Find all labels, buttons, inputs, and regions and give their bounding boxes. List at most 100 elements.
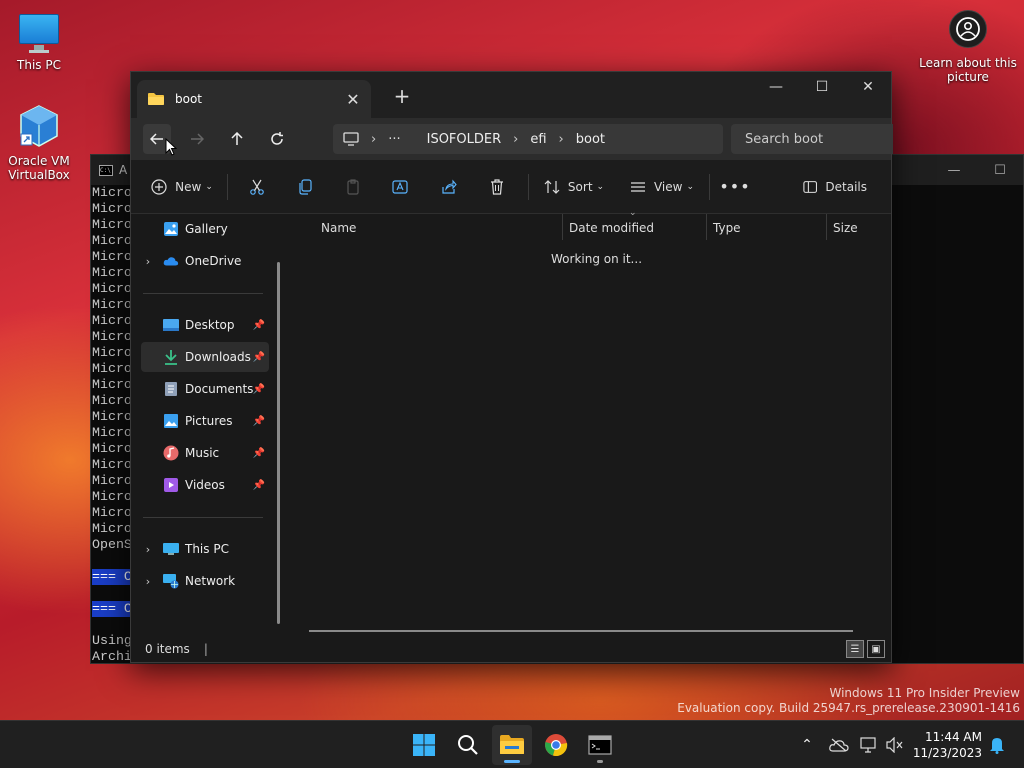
sidebar-item-desktop[interactable]: Desktop 📌: [141, 310, 269, 340]
notifications-button[interactable]: [986, 721, 1008, 768]
minimize-button[interactable]: —: [753, 72, 799, 102]
sidebar-item-music[interactable]: Music 📌: [141, 438, 269, 468]
taskbar-clock[interactable]: 11:44 AM 11/23/2023: [913, 729, 982, 761]
desktop-icon-virtualbox[interactable]: Oracle VM VirtualBox: [1, 104, 77, 182]
desktop-icon-label: Oracle VM VirtualBox: [8, 154, 70, 182]
details-view-icon[interactable]: ☰: [846, 640, 864, 658]
share-button[interactable]: [432, 171, 466, 203]
virtualbox-icon: [17, 104, 61, 150]
new-tab-button[interactable]: +: [389, 84, 415, 108]
command-prompt-icon: [588, 735, 612, 755]
close-button[interactable]: ✕: [845, 72, 891, 102]
volume-tray[interactable]: [884, 721, 906, 768]
search-input[interactable]: Search boot: [731, 124, 893, 154]
ethernet-icon: [860, 737, 876, 753]
tab-boot[interactable]: boot ✕: [137, 80, 371, 118]
pin-icon[interactable]: 📌: [253, 384, 265, 395]
pin-icon[interactable]: 📌: [253, 352, 265, 363]
column-header-date-modified[interactable]: Date modified: [561, 214, 654, 242]
pin-icon[interactable]: 📌: [253, 480, 265, 491]
sidebar-item-this-pc[interactable]: › This PC: [141, 534, 269, 564]
breadcrumb-efi[interactable]: efi: [530, 132, 546, 147]
horizontal-scrollbar[interactable]: [309, 630, 853, 632]
show-hidden-icons[interactable]: ⌃: [796, 721, 818, 768]
breadcrumb-isofolder[interactable]: ISOFOLDER: [427, 132, 502, 147]
desktop-icon-this-pc[interactable]: This PC: [1, 12, 77, 72]
view-label: View: [653, 179, 683, 194]
copy-button[interactable]: [288, 171, 322, 203]
learn-about-picture[interactable]: Learn about this picture: [918, 10, 1018, 84]
chevron-right-icon[interactable]: ›: [141, 575, 155, 588]
maximize-button[interactable]: ☐: [799, 72, 845, 102]
sidebar-item-label: Pictures: [185, 414, 233, 428]
breadcrumb[interactable]: › ··· ISOFOLDER › efi › boot: [333, 124, 723, 154]
taskbar-chrome[interactable]: [536, 725, 576, 765]
more-crumbs-icon[interactable]: ···: [388, 132, 400, 147]
more-options-button[interactable]: •••: [718, 171, 752, 203]
active-indicator: [504, 760, 520, 763]
sidebar-item-videos[interactable]: Videos 📌: [141, 470, 269, 500]
mouse-cursor-icon: [165, 138, 177, 156]
view-list-icon: [630, 181, 645, 192]
speaker-muted-icon: [886, 737, 903, 753]
search-placeholder: Search boot: [745, 131, 824, 147]
chevron-right-icon[interactable]: ›: [141, 255, 155, 268]
column-header-type[interactable]: Type: [705, 214, 741, 242]
cut-button[interactable]: [240, 171, 274, 203]
close-tab-icon[interactable]: ✕: [341, 90, 365, 109]
windows-logo-icon: [413, 734, 435, 756]
desktop-folder-icon: [163, 317, 179, 333]
sidebar-item-downloads[interactable]: Downloads 📌: [141, 342, 269, 372]
start-button[interactable]: [404, 725, 444, 765]
refresh-button[interactable]: [257, 124, 297, 154]
sidebar-item-label: Music: [185, 446, 220, 460]
new-button[interactable]: New ⌄: [151, 171, 213, 203]
pin-icon[interactable]: 📌: [253, 320, 265, 331]
view-button[interactable]: View ⌄: [629, 171, 695, 203]
breadcrumb-boot[interactable]: boot: [576, 132, 605, 147]
minimize-icon[interactable]: —: [931, 155, 977, 185]
chevron-right-icon: ›: [513, 131, 519, 147]
up-button[interactable]: [217, 124, 257, 154]
taskbar-file-explorer[interactable]: [492, 725, 532, 765]
forward-button[interactable]: [177, 124, 217, 154]
rename-button[interactable]: [384, 171, 418, 203]
maximize-icon[interactable]: ☐: [977, 155, 1023, 185]
chevron-right-icon[interactable]: ›: [141, 543, 155, 556]
onedrive-tray[interactable]: [826, 721, 852, 768]
column-header-name[interactable]: Name: [313, 214, 356, 242]
chevron-up-icon: ⌃: [801, 737, 813, 753]
file-explorer-window[interactable]: boot ✕ + — ☐ ✕ › ··· ISOFOLDER › efi › b…: [130, 71, 893, 663]
chrome-icon: [545, 734, 568, 756]
sidebar-item-network[interactable]: › Network: [141, 566, 269, 596]
search-icon: [458, 735, 478, 755]
sidebar-item-label: Videos: [185, 478, 225, 492]
sort-button[interactable]: Sort ⌄: [543, 171, 605, 203]
sidebar-item-gallery[interactable]: Gallery: [141, 214, 269, 244]
pin-icon[interactable]: 📌: [253, 448, 265, 459]
delete-button[interactable]: [480, 171, 514, 203]
tab-bar: boot ✕ + — ☐ ✕: [131, 72, 891, 118]
tiles-view-icon[interactable]: ▣: [867, 640, 885, 658]
sidebar-scrollbar[interactable]: [277, 262, 280, 624]
taskbar: ⌃ 11:44 AM 11/23/2023: [0, 720, 1024, 768]
terminal-icon: C:\: [99, 164, 113, 176]
taskbar-terminal[interactable]: [580, 725, 620, 765]
column-header-size[interactable]: Size: [825, 214, 858, 242]
sidebar-item-pictures[interactable]: Pictures 📌: [141, 406, 269, 436]
details-button[interactable]: Details: [803, 171, 867, 203]
search-button[interactable]: [448, 725, 488, 765]
sidebar-item-label: Downloads: [185, 350, 251, 364]
sort-label: Sort: [567, 179, 593, 194]
file-list[interactable]: Name Date modified ⌄ Type Size Working o…: [289, 208, 891, 642]
document-icon: [163, 381, 179, 397]
status-bar: 0 items | ☰ ▣: [131, 636, 891, 662]
status-divider: |: [203, 642, 208, 656]
pin-icon[interactable]: 📌: [253, 416, 265, 427]
sidebar-item-documents[interactable]: Documents 📌: [141, 374, 269, 404]
computer-icon: [163, 541, 179, 557]
terminal-line: === C: [92, 569, 134, 585]
sidebar-item-onedrive[interactable]: › OneDrive: [141, 246, 269, 276]
paste-button[interactable]: [336, 171, 370, 203]
network-tray[interactable]: [858, 721, 880, 768]
